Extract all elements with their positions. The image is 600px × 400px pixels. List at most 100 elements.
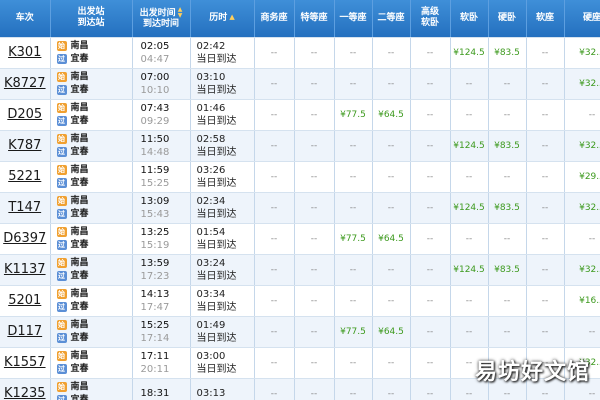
to-station[interactable]: 宜春: [71, 208, 89, 221]
hard-sleeper-value: --: [503, 79, 511, 89]
from-station[interactable]: 南昌: [71, 133, 89, 146]
col-duration[interactable]: 历时 ▲: [190, 0, 255, 38]
departure-time: 13:09: [140, 195, 170, 207]
train-cell[interactable]: 5201: [0, 285, 51, 317]
from-station[interactable]: 南昌: [71, 319, 89, 332]
departure-time: 14:13: [140, 288, 170, 300]
from-station[interactable]: 南昌: [71, 350, 89, 363]
train-number-link[interactable]: T147: [8, 200, 41, 215]
table-row[interactable]: 5221 始南昌 过宜春 11:59 15:25 03:26 当日到达 -- --…: [0, 161, 600, 193]
duration-value: 02:58: [196, 133, 226, 145]
hard-sleeper-value: ¥83.5: [494, 203, 520, 213]
from-station[interactable]: 南昌: [71, 195, 89, 208]
col-stations[interactable]: 出发站 到达站: [50, 0, 133, 38]
train-cell[interactable]: D205: [0, 99, 51, 131]
to-station[interactable]: 宜春: [71, 332, 89, 345]
train-number-link[interactable]: D205: [7, 107, 42, 122]
to-station[interactable]: 宜春: [71, 270, 89, 283]
table-row[interactable]: K8727 始南昌 过宜春 07:00 10:10 03:10 当日到达 -- -…: [0, 68, 600, 100]
to-station[interactable]: 宜春: [71, 239, 89, 252]
train-number-link[interactable]: 5201: [8, 293, 41, 308]
special-cell: --: [294, 161, 335, 193]
from-station[interactable]: 南昌: [71, 226, 89, 239]
train-number-link[interactable]: K1235: [4, 386, 46, 400]
from-station[interactable]: 南昌: [71, 257, 89, 270]
start-station-icon: 始: [56, 196, 67, 206]
train-cell[interactable]: D117: [0, 316, 51, 348]
from-station[interactable]: 南昌: [71, 71, 89, 84]
train-number-link[interactable]: K301: [8, 45, 41, 60]
special-cell: --: [294, 347, 335, 379]
special-cell: --: [294, 192, 335, 224]
from-station[interactable]: 南昌: [71, 288, 89, 301]
table-row[interactable]: D117 始南昌 过宜春 15:25 17:14 01:49 当日到达 -- --…: [0, 316, 600, 348]
hard-sleeper-cell: --: [488, 68, 527, 100]
to-station[interactable]: 宜春: [71, 146, 89, 159]
train-cell[interactable]: T147: [0, 192, 51, 224]
sort-updown-icon[interactable]: ▲ ▼: [178, 6, 183, 19]
first-value: --: [349, 265, 357, 275]
table-row[interactable]: K301 始南昌 过宜春 02:05 04:47 02:42 当日到达 -- --…: [0, 37, 600, 69]
train-cell[interactable]: K301: [0, 37, 51, 69]
duration-cell: 03:10 当日到达: [190, 68, 255, 100]
train-number-link[interactable]: K1557: [4, 355, 46, 370]
special-value: --: [310, 48, 318, 58]
train-cell[interactable]: K1557: [0, 347, 51, 379]
table-row[interactable]: K1137 始南昌 过宜春 13:59 17:23 03:24 当日到达 -- -…: [0, 254, 600, 286]
stations-cell: 始南昌 过宜春: [50, 130, 133, 162]
train-number-link[interactable]: K787: [8, 138, 41, 153]
from-station[interactable]: 南昌: [71, 164, 89, 177]
train-cell[interactable]: K1137: [0, 254, 51, 286]
to-station[interactable]: 宜春: [71, 394, 89, 400]
duration-cell: 02:58 当日到达: [190, 130, 255, 162]
hard-seat-cell: ¥32.5: [564, 130, 600, 162]
sort-up-icon[interactable]: ▲: [229, 12, 234, 23]
table-row[interactable]: D6397 始南昌 过宜春 13:25 15:19 01:54 当日到达 -- -…: [0, 223, 600, 255]
duration-note: 当日到达: [196, 146, 237, 158]
duration-note: 当日到达: [196, 363, 237, 375]
from-station[interactable]: 南昌: [71, 40, 89, 53]
pass-station-icon: 过: [56, 302, 67, 312]
train-cell[interactable]: K787: [0, 130, 51, 162]
table-row[interactable]: K787 始南昌 过宜春 11:50 14:48 02:58 当日到达 -- --…: [0, 130, 600, 162]
to-station[interactable]: 宜春: [71, 363, 89, 376]
from-station[interactable]: 南昌: [71, 102, 89, 115]
pass-station-icon: 过: [56, 116, 67, 126]
special-value: --: [310, 327, 318, 337]
second-cell: --: [372, 347, 411, 379]
col-business: 商务座: [254, 0, 295, 38]
to-station[interactable]: 宜春: [71, 301, 89, 314]
train-cell[interactable]: K8727: [0, 68, 51, 100]
second-cell: --: [372, 37, 411, 69]
to-station[interactable]: 宜春: [71, 53, 89, 66]
train-number-link[interactable]: K1137: [4, 262, 46, 277]
special-cell: --: [294, 254, 335, 286]
to-station[interactable]: 宜春: [71, 84, 89, 97]
train-number-link[interactable]: D117: [7, 324, 42, 339]
train-number-link[interactable]: D6397: [3, 231, 46, 246]
pass-station-icon: 过: [56, 85, 67, 95]
train-number-link[interactable]: K8727: [4, 76, 46, 91]
second-cell: ¥64.5: [372, 223, 411, 255]
table-row[interactable]: 5201 始南昌 过宜春 14:13 17:47 03:34 当日到达 -- --…: [0, 285, 600, 317]
special-value: --: [310, 358, 318, 368]
table-row[interactable]: T147 始南昌 过宜春 13:09 15:43 02:34 当日到达 -- --…: [0, 192, 600, 224]
from-station[interactable]: 南昌: [71, 381, 89, 394]
train-cell[interactable]: K1235: [0, 378, 51, 400]
soft-sleeper-value: ¥124.5: [453, 141, 485, 151]
times-cell: 18:31: [132, 378, 191, 400]
train-cell[interactable]: D6397: [0, 223, 51, 255]
second-cell: ¥64.5: [372, 99, 411, 131]
business-value: --: [270, 110, 278, 120]
table-row[interactable]: D205 始南昌 过宜春 07:43 09:29 01:46 当日到达 -- --…: [0, 99, 600, 131]
col-times[interactable]: 出发时间 ▲ ▼ 到达时间: [132, 0, 191, 38]
soft-sleeper-value: --: [465, 110, 473, 120]
to-station[interactable]: 宜春: [71, 177, 89, 190]
train-cell[interactable]: 5221: [0, 161, 51, 193]
to-station[interactable]: 宜春: [71, 115, 89, 128]
train-number-link[interactable]: 5221: [8, 169, 41, 184]
special-value: --: [310, 389, 318, 399]
arrival-time: 04:47: [140, 53, 170, 65]
business-cell: --: [254, 68, 295, 100]
duration-value: 02:34: [196, 195, 226, 207]
